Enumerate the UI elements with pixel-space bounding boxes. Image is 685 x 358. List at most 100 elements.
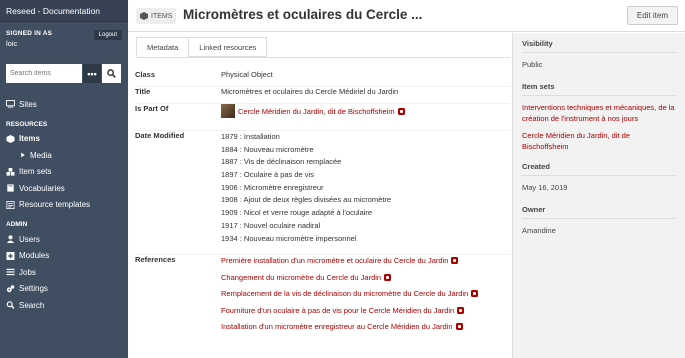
visibility-section: Visibility Public [522, 39, 676, 70]
reference-link[interactable]: Installation d'un micromètre enregistreu… [221, 322, 453, 331]
sidebar-item-label: Search [19, 300, 45, 310]
monitor-icon [6, 100, 15, 108]
property-value: Physical Object [221, 70, 273, 79]
edit-item-button[interactable]: Edit item [626, 6, 678, 25]
tab-divider [136, 57, 510, 58]
search-icon [6, 301, 15, 310]
is-part-of-link[interactable]: Cercle Méridien du Jardin, dit de Bischo… [238, 107, 395, 116]
tab-metadata[interactable]: Metadata [136, 37, 190, 57]
sidebar-search: ••• [6, 64, 122, 83]
date-entry: 1906 : Micromètre enregistreur [221, 182, 324, 192]
reference-item: Changement du micromètre du Cercle du Ja… [221, 272, 510, 289]
property-value: Cercle Méridien du Jardin, dit de Bischo… [221, 104, 510, 130]
item-set-link[interactable]: Cercle Méridien du Jardin, dit de Bischo… [522, 130, 676, 152]
visibility-heading: Visibility [522, 39, 676, 53]
property-row: Date Modified 1879 : Installation 1884 :… [135, 131, 510, 255]
sidebar-item-label: Users [19, 234, 40, 244]
sidebar-item-item-sets[interactable]: Item sets [0, 164, 128, 181]
property-label: Is Part Of [135, 104, 169, 113]
reference-link[interactable]: Remplacement de la vis de déclinaison du… [221, 289, 468, 298]
page-header: ITEMS Micromètres et oculaires du Cercle… [128, 0, 685, 32]
plus-square-icon [6, 251, 15, 260]
property-value: Micromètres et oculaires du Cercle Médir… [221, 87, 399, 96]
resource-link-icon[interactable] [384, 273, 392, 281]
sidebar-item-label: Sites [19, 99, 37, 109]
sidebar-item-users[interactable]: Users [0, 231, 128, 248]
reference-link[interactable]: Fourniture d'un oculaire à pas de vis po… [221, 306, 454, 315]
sidebar-item-sites[interactable]: Sites [0, 96, 128, 113]
resource-link-icon[interactable] [397, 108, 405, 115]
date-entry: 1897 : Oculaire à pas de vis [221, 170, 314, 180]
sidebar-item-items[interactable]: Items [0, 131, 128, 148]
item-sets-section: Item sets Interventions techniques et mé… [522, 82, 676, 152]
property-row: Class Physical Object [135, 70, 510, 87]
created-heading: Created [522, 162, 676, 176]
date-entry: 1908 : Ajout de deux règles divisées au … [221, 195, 392, 205]
reference-item: Installation d'un micromètre enregistreu… [221, 321, 510, 338]
owner-value: Amandine [522, 226, 556, 235]
sidebar-nav: Sites RESOURCES Items Media Item sets Vo… [0, 96, 128, 314]
sidebar-item-resource-templates[interactable]: Resource templates [0, 197, 128, 214]
visibility-value: Public [522, 60, 543, 69]
date-entry: 1934 : Nouveau micromètre impersonnel [221, 233, 357, 243]
property-label: Date Modified [135, 131, 185, 140]
sidebar-item-label: Media [30, 150, 52, 160]
property-row: Is Part Of Cercle Méridien du Jardin, di… [135, 104, 510, 131]
site-brand[interactable]: Reseed - Documentation [0, 0, 128, 22]
sidebar-item-label: Item sets [19, 167, 52, 177]
list-icon [6, 269, 15, 276]
tab-linked-resources[interactable]: Linked resources [188, 37, 268, 57]
caret-right-icon [21, 152, 25, 158]
property-label: Title [135, 87, 151, 96]
cubes-icon [6, 167, 15, 176]
sidebar-item-settings[interactable]: Settings [0, 281, 128, 298]
sidebar-item-jobs[interactable]: Jobs [0, 264, 128, 281]
sidebar-item-vocabularies[interactable]: Vocabularies [0, 180, 128, 197]
property-row: References Première installation d'un mi… [135, 255, 510, 338]
search-submit-button[interactable] [102, 64, 121, 83]
search-options-button[interactable]: ••• [83, 64, 101, 83]
section-tabs: Metadata Linked resources [136, 37, 268, 57]
search-icon [107, 69, 116, 78]
property-label: Class [135, 70, 156, 79]
logout-button[interactable]: Logout [93, 30, 122, 40]
date-entry: 1917 : Nouvel oculaire nadiral [221, 220, 321, 230]
reference-item: Remplacement de la vis de déclinaison du… [221, 288, 510, 305]
thumbnail-image[interactable] [221, 104, 235, 118]
resource-link-icon[interactable] [455, 323, 463, 330]
sidebar-item-label: Settings [19, 284, 48, 294]
created-value: May 16, 2019 [522, 183, 568, 192]
resource-link-icon[interactable] [451, 257, 459, 264]
owner-section: Owner Amandine [522, 205, 676, 236]
property-list: Class Physical Object Title Micromètres … [135, 70, 510, 338]
search-input[interactable] [6, 64, 82, 83]
property-value-list: 1879 : Installation 1884 : Nouveau micro… [221, 131, 510, 254]
sidebar-item-media[interactable]: Media [0, 147, 128, 164]
sidebar-item-label: Jobs [19, 267, 36, 277]
sidebar-item-modules[interactable]: Modules [0, 248, 128, 265]
sidebar-item-label: Resource templates [19, 200, 91, 210]
owner-heading: Owner [522, 205, 676, 219]
book-icon [7, 184, 14, 192]
resource-type-label: ITEMS [151, 12, 173, 20]
signed-in-user[interactable]: loic [6, 39, 122, 48]
resource-link-icon[interactable] [457, 306, 465, 314]
reference-link[interactable]: Changement du micromètre du Cercle du Ja… [221, 273, 381, 282]
cube-icon [6, 134, 15, 143]
reference-link[interactable]: Première installation d'un micromètre et… [221, 256, 448, 265]
date-entry: 1887 : Vis de déclinaison remplacée [221, 157, 342, 167]
template-icon [6, 200, 15, 209]
gears-icon [6, 284, 15, 292]
user-icon [6, 235, 15, 244]
admin-heading: ADMIN [6, 221, 28, 228]
sidebar-item-label: Vocabularies [19, 183, 65, 193]
resource-link-icon[interactable] [471, 290, 479, 297]
property-label: References [135, 255, 176, 264]
created-section: Created May 16, 2019 [522, 162, 676, 193]
sidebar-item-label: Items [19, 134, 40, 144]
sidebar-item-search[interactable]: Search [0, 297, 128, 314]
cube-icon [140, 12, 148, 20]
property-value-list: Première installation d'un micromètre et… [221, 255, 510, 338]
item-sets-heading: Item sets [522, 82, 676, 96]
item-set-link[interactable]: Interventions techniques et mécaniques, … [522, 102, 676, 124]
